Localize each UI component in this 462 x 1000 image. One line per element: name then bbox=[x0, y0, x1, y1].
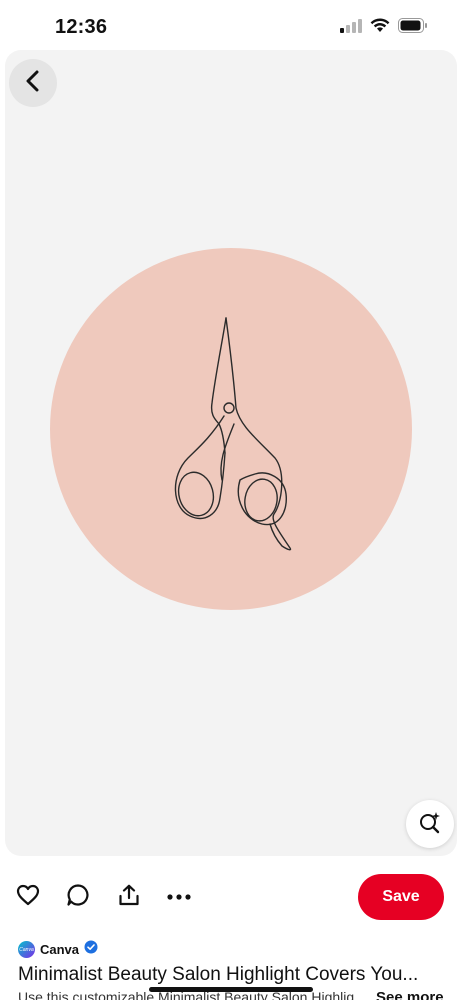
like-button[interactable] bbox=[15, 884, 41, 910]
comment-button[interactable] bbox=[65, 883, 91, 912]
action-bar: Save bbox=[0, 872, 462, 922]
status-icons bbox=[340, 18, 428, 38]
comment-icon bbox=[66, 883, 90, 912]
wifi-icon bbox=[370, 18, 390, 38]
chevron-left-icon bbox=[23, 70, 43, 97]
pin-card bbox=[5, 50, 457, 856]
home-indicator bbox=[149, 987, 313, 992]
back-button[interactable] bbox=[9, 59, 57, 107]
pin-circle-background bbox=[50, 248, 412, 610]
save-button[interactable]: Save bbox=[358, 874, 444, 920]
more-icon bbox=[167, 888, 191, 906]
pin-title: Minimalist Beauty Salon Highlight Covers… bbox=[18, 964, 419, 985]
visual-search-button[interactable] bbox=[406, 800, 454, 848]
pin-image[interactable] bbox=[50, 248, 412, 610]
status-time: 12:36 bbox=[55, 16, 108, 38]
visual-search-sparkle-icon bbox=[418, 810, 442, 839]
see-more-link[interactable]: See more bbox=[376, 989, 444, 1000]
creator-row[interactable]: Canva Canva bbox=[18, 940, 98, 959]
battery-icon bbox=[398, 18, 428, 38]
status-bar: 12:36 bbox=[0, 0, 462, 50]
cellular-signal-icon bbox=[340, 18, 362, 38]
share-icon bbox=[118, 884, 140, 911]
more-options-button[interactable] bbox=[166, 884, 192, 910]
share-button[interactable] bbox=[116, 884, 142, 910]
creator-avatar: Canva bbox=[18, 941, 35, 958]
creator-name: Canva bbox=[40, 942, 80, 957]
heart-icon bbox=[16, 884, 40, 911]
verified-badge-icon bbox=[84, 940, 98, 959]
